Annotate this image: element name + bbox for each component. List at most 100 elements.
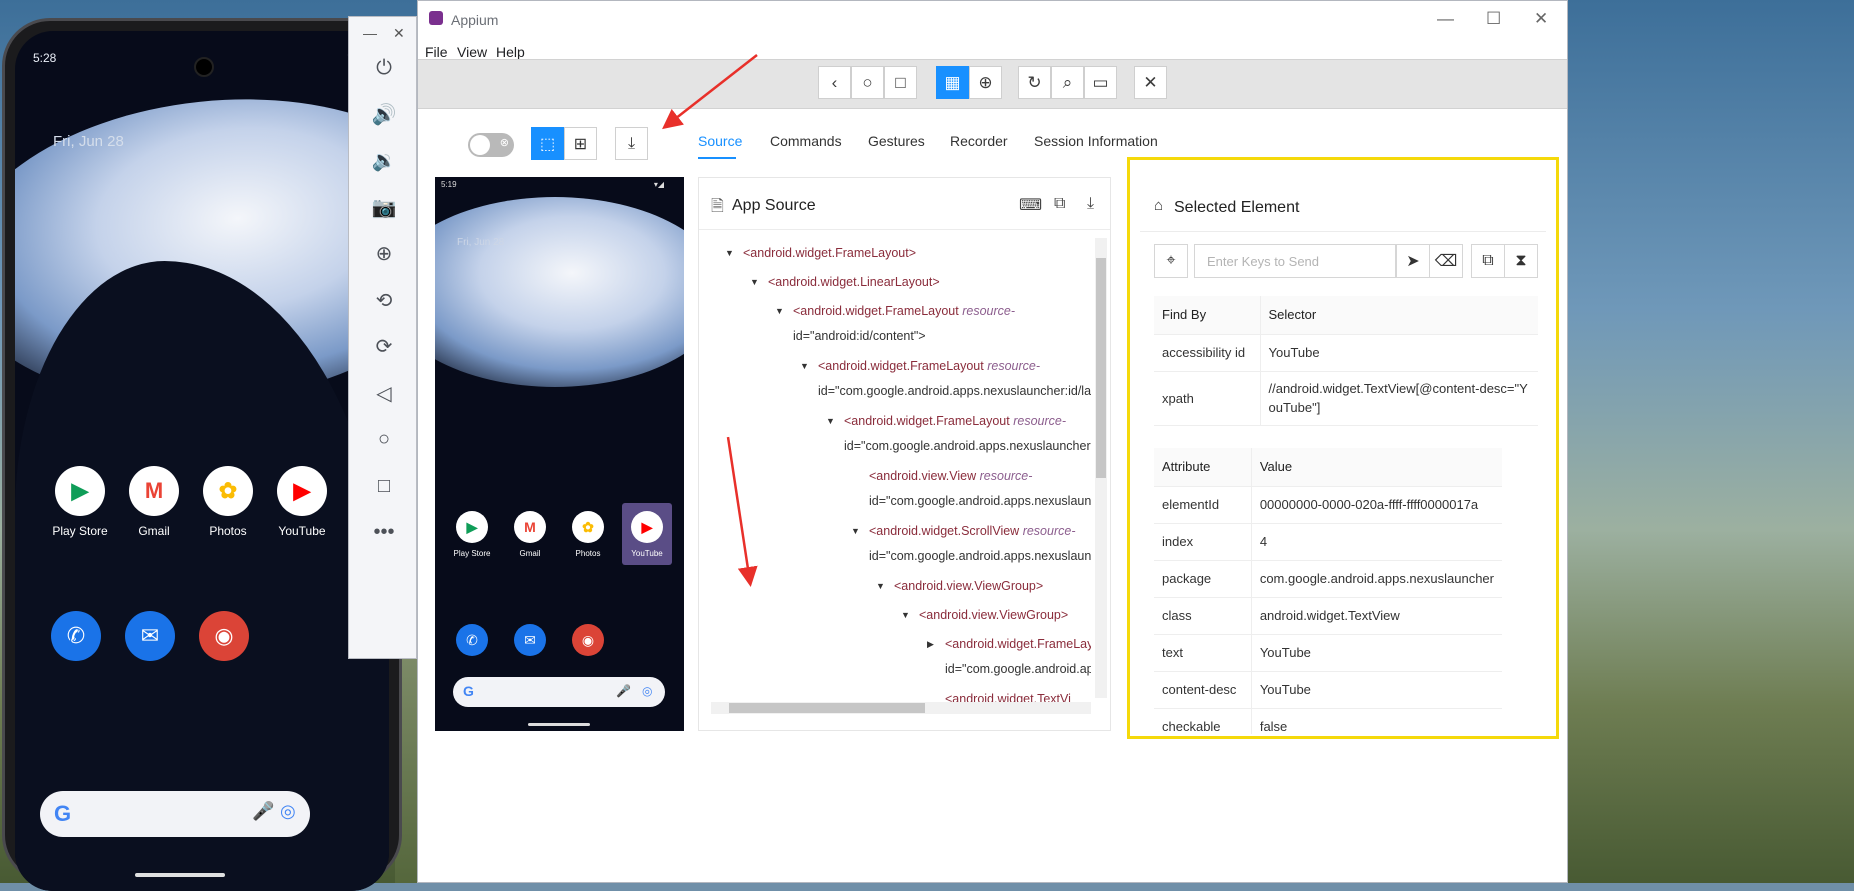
home-icon[interactable]: ○ bbox=[369, 424, 399, 454]
attribute-row[interactable]: elementId 00000000-0000-020a-ffff-ffff000… bbox=[1154, 486, 1502, 524]
screenshot-app-1[interactable]: M Gmail bbox=[505, 511, 555, 558]
camera-icon[interactable]: 📷 bbox=[369, 192, 399, 222]
attribute-row[interactable]: class android.widget.TextView bbox=[1154, 597, 1502, 635]
refresh-button[interactable]: ↻ bbox=[1018, 66, 1051, 99]
record-button[interactable]: ▭ bbox=[1084, 66, 1117, 99]
menu-file[interactable]: File bbox=[425, 44, 448, 60]
mic-icon[interactable]: 🎤 bbox=[252, 801, 274, 822]
phone-search-bar[interactable]: G 🎤 ◎ bbox=[40, 791, 310, 837]
more-icon[interactable]: ••• bbox=[369, 517, 399, 547]
gesture-nav-bar[interactable] bbox=[135, 873, 225, 877]
timing-button[interactable]: ⧗ bbox=[1504, 244, 1538, 278]
close-button[interactable]: ✕ bbox=[1534, 9, 1548, 29]
back-icon[interactable]: ◁ bbox=[369, 378, 399, 408]
emulator-minimize-button[interactable]: — bbox=[363, 25, 377, 41]
toggle-attributes-icon[interactable]: ⌨ bbox=[1019, 195, 1042, 215]
collapse-icon[interactable]: ▼ bbox=[750, 269, 759, 295]
menu-view[interactable]: View bbox=[457, 44, 487, 60]
tab-recorder[interactable]: Recorder bbox=[950, 133, 1008, 149]
minimize-button[interactable]: — bbox=[1437, 9, 1454, 29]
find-by-row[interactable]: xpath//android.widget.TextView[@content-… bbox=[1154, 371, 1538, 426]
tag-icon: ⌂ bbox=[1154, 197, 1164, 214]
show-element-handles-toggle[interactable]: ⊗ bbox=[468, 133, 514, 157]
clear-button[interactable]: ⌫ bbox=[1429, 244, 1463, 278]
select-elements-button[interactable]: ⬚ bbox=[531, 127, 564, 160]
volume-up-icon[interactable]: 🔊 bbox=[369, 99, 399, 129]
collapse-icon[interactable]: ▼ bbox=[775, 298, 784, 324]
attribute-row[interactable]: content-desc YouTube bbox=[1154, 671, 1502, 709]
web-mode-button[interactable]: ⊕ bbox=[969, 66, 1002, 99]
phone-app-icon[interactable]: ✆ bbox=[51, 611, 101, 661]
copy-source-icon[interactable]: ⧉ bbox=[1054, 195, 1065, 213]
zoom-icon[interactable]: ⊕ bbox=[369, 238, 399, 268]
home-app-3[interactable]: ▶ YouTube bbox=[262, 466, 342, 538]
home-app-2[interactable]: ✿ Photos bbox=[188, 466, 268, 538]
source-tree-node[interactable]: ▼ <android.widget.FrameLayout resource- bbox=[826, 408, 1066, 434]
tap-swipe-button[interactable]: ⊞ bbox=[564, 127, 597, 160]
collapse-icon[interactable]: ▼ bbox=[826, 408, 835, 434]
menu-help[interactable]: Help bbox=[496, 44, 525, 60]
source-horizontal-scrollbar[interactable] bbox=[711, 702, 1091, 714]
source-tree-node[interactable]: ▼ <android.widget.FrameLayout resource- bbox=[775, 298, 1015, 324]
maximize-button[interactable]: ☐ bbox=[1486, 9, 1501, 29]
source-tree-node[interactable]: ▼ <android.widget.ScrollView resource- bbox=[851, 518, 1075, 544]
device-screenshot[interactable]: 5:19 ▾◢ Fri, Jun 28 ▶ Play Store M Gmail ✿ Ph… bbox=[435, 177, 684, 731]
power-icon[interactable]: ⏻ bbox=[369, 53, 399, 83]
source-tree-node[interactable]: ▼ <android.view.ViewGroup> bbox=[876, 573, 1043, 599]
screenshot-messages-icon[interactable]: ✉ bbox=[514, 624, 546, 656]
source-tree-node[interactable]: ▶ <android.widget.FrameLay bbox=[927, 631, 1091, 657]
back-button[interactable]: ‹ bbox=[818, 66, 851, 99]
emulator-close-button[interactable]: ✕ bbox=[393, 25, 405, 42]
download-source-icon[interactable]: ⤓ bbox=[1087, 195, 1094, 213]
tab-session-information[interactable]: Session Information bbox=[1034, 133, 1158, 149]
volume-down-icon[interactable]: 🔉 bbox=[369, 145, 399, 175]
rotate-right-icon[interactable]: ⟳ bbox=[369, 331, 399, 361]
chrome-app-icon[interactable]: ◉ bbox=[199, 611, 249, 661]
source-tree-node[interactable]: <android.view.View resource- bbox=[869, 463, 1032, 489]
tab-gestures[interactable]: Gestures bbox=[868, 133, 925, 149]
attribute-row[interactable]: text YouTube bbox=[1154, 634, 1502, 672]
collapse-icon[interactable]: ▼ bbox=[876, 573, 885, 599]
collapse-icon[interactable]: ▼ bbox=[800, 353, 809, 379]
collapse-icon[interactable]: ▼ bbox=[851, 518, 860, 544]
expand-icon[interactable]: ▶ bbox=[927, 631, 934, 657]
rotate-left-icon[interactable]: ⟲ bbox=[369, 285, 399, 315]
source-tree-node[interactable]: ▼ <android.view.ViewGroup> bbox=[901, 602, 1068, 628]
collapse-icon[interactable]: ▼ bbox=[901, 602, 910, 628]
tap-element-button[interactable]: ⌖ bbox=[1154, 244, 1188, 278]
screenshot-app-youtube-selected[interactable]: ▶ YouTube bbox=[622, 503, 672, 565]
source-vertical-scrollbar[interactable] bbox=[1095, 238, 1107, 698]
find-by-row[interactable]: accessibility id YouTube bbox=[1154, 334, 1538, 372]
attribute-row[interactable]: index 4 bbox=[1154, 523, 1502, 561]
quit-session-button[interactable]: ✕ bbox=[1134, 66, 1167, 99]
screenshot-chrome-icon[interactable]: ◉ bbox=[572, 624, 604, 656]
send-keys-button[interactable]: ➤ bbox=[1396, 244, 1430, 278]
native-mode-button[interactable]: ▦ bbox=[936, 66, 969, 99]
copy-attributes-button[interactable]: ⧉ bbox=[1471, 244, 1505, 278]
tab-source[interactable]: Source bbox=[698, 133, 742, 149]
collapse-icon[interactable]: ▼ bbox=[725, 240, 734, 266]
lens-icon[interactable]: ◎ bbox=[280, 801, 296, 822]
source-tree-node[interactable]: ▼ <android.widget.FrameLayout> bbox=[725, 240, 916, 266]
send-keys-input[interactable] bbox=[1194, 244, 1396, 278]
screenshot-app-2[interactable]: ✿ Photos bbox=[563, 511, 613, 558]
screenshot-phone-icon[interactable]: ✆ bbox=[456, 624, 488, 656]
messages-app-icon[interactable]: ✉ bbox=[125, 611, 175, 661]
source-tree[interactable]: ▼ <android.widget.FrameLayout> ▼ <android.w… bbox=[699, 238, 1091, 706]
attribute-row[interactable]: checkable false bbox=[1154, 708, 1502, 734]
download-screenshot-button[interactable]: ⤓ bbox=[615, 127, 648, 160]
overview-icon[interactable]: □ bbox=[369, 471, 399, 501]
attribute-row[interactable]: package com.google.android.apps.nexuslaun… bbox=[1154, 560, 1502, 598]
screenshot-search-bar[interactable]: G 🎤 ◎ bbox=[453, 677, 665, 707]
home-app-1[interactable]: M Gmail bbox=[114, 466, 194, 538]
screenshot-app-0[interactable]: ▶ Play Store bbox=[447, 511, 497, 558]
source-tree-node[interactable]: ▼ <android.widget.FrameLayout resource- bbox=[800, 353, 1040, 379]
node-tag: <android.widget.FrameLay bbox=[945, 637, 1091, 651]
source-tree-node[interactable]: ▼ <android.widget.LinearLayout> bbox=[750, 269, 940, 295]
search-button[interactable]: ⌕ bbox=[1051, 66, 1084, 99]
tab-commands[interactable]: Commands bbox=[770, 133, 842, 149]
home-app-0[interactable]: ▶ Play Store bbox=[40, 466, 120, 538]
app-switch-button[interactable]: □ bbox=[884, 66, 917, 99]
phone-home-screen[interactable]: 5:28 ▾◢ Fri, Jun 28 ▶Play StoreMGmail✿Ph… bbox=[15, 31, 389, 891]
home-button[interactable]: ○ bbox=[851, 66, 884, 99]
